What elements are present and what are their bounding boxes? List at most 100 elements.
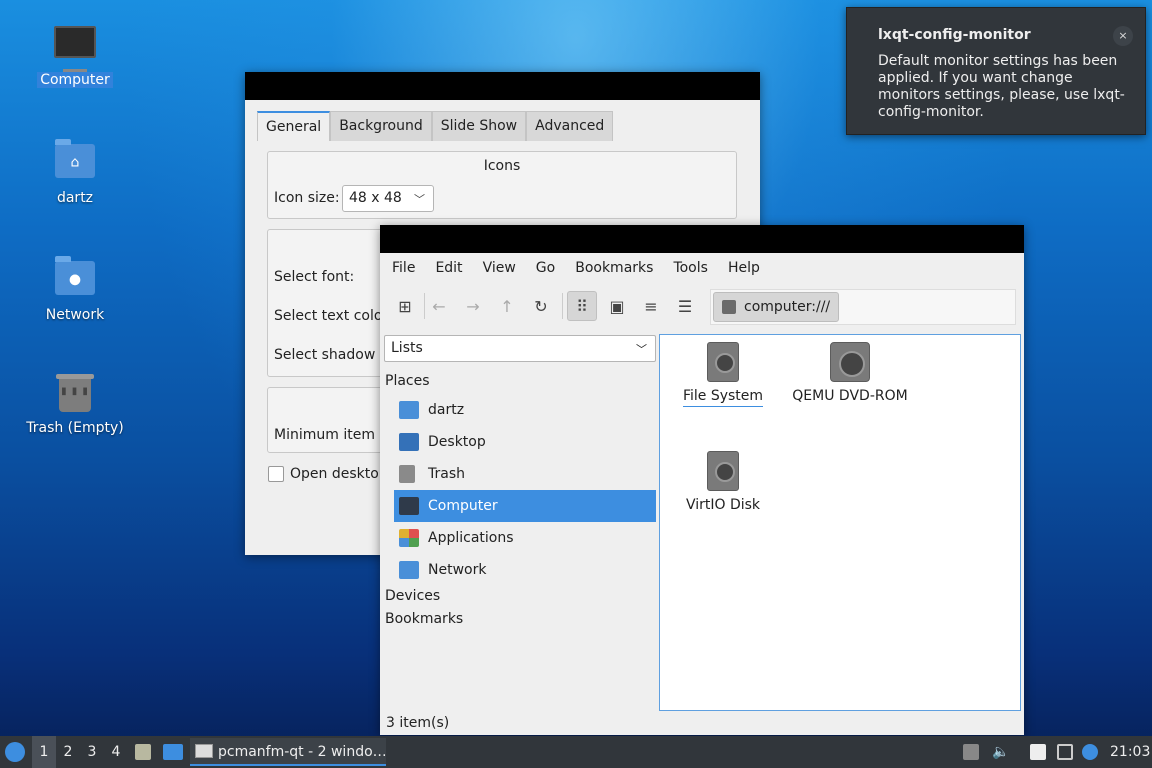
desktop-icon-computer[interactable]: Computer (20, 22, 130, 88)
file-manager-window: File Edit View Go Bookmarks Tools Help ⊞… (380, 225, 1024, 735)
tray-up-icon[interactable] (963, 744, 979, 760)
file-item-label: QEMU DVD-ROM (792, 388, 908, 404)
drive-icon (722, 300, 736, 314)
task-button-pcmanfm[interactable]: pcmanfm-qt - 2 windo… (190, 738, 386, 766)
desktop-icon-trash[interactable]: Trash (Empty) (20, 374, 130, 436)
new-tab-icon[interactable]: ⊞ (390, 291, 420, 321)
icon-size-label: Icon size: (274, 190, 340, 206)
update-notifier-icon[interactable] (1082, 744, 1098, 760)
main-menu-icon[interactable] (5, 742, 25, 762)
sidebar-item-label: Desktop (428, 434, 486, 450)
toolbar: ⊞ ← → ↑ ↻ ⠿ ▣ ≡ ☰ computer:/// (380, 285, 1024, 329)
path-bar: computer:/// (710, 289, 1016, 325)
detailed-view-icon[interactable]: ☰ (670, 291, 700, 321)
drive-icon (707, 342, 739, 382)
back-arrow-icon[interactable]: ← (424, 291, 454, 321)
computer-icon (53, 26, 97, 66)
task-button-label: pcmanfm-qt - 2 windo… (218, 744, 386, 760)
workspace-3[interactable]: 3 (80, 736, 104, 768)
menu-file[interactable]: File (384, 260, 423, 276)
open-desktop-checkbox[interactable] (268, 466, 284, 482)
compact-view-icon[interactable]: ≡ (636, 291, 666, 321)
taskbar: 1 2 3 4 pcmanfm-qt - 2 windo… 🔈 21:03 (0, 736, 1152, 768)
desktop-icon-network[interactable]: ● Network (20, 256, 130, 323)
file-item-label: VirtIO Disk (685, 497, 761, 513)
path-button-computer[interactable]: computer:/// (713, 292, 840, 322)
desktop-icon-label: Network (45, 307, 105, 323)
tab-background[interactable]: Background (330, 111, 432, 141)
menu-view[interactable]: View (475, 260, 524, 276)
toolbar-separator (562, 293, 563, 319)
network-tray-icon[interactable] (1057, 744, 1073, 760)
path-text: computer:/// (744, 299, 831, 315)
select-shadow-label: Select shadow c (274, 347, 388, 363)
file-view[interactable]: File System QEMU DVD-ROM VirtIO Disk (659, 334, 1021, 711)
close-icon[interactable]: × (1113, 26, 1133, 46)
places-header[interactable]: Places (385, 373, 430, 389)
bookmarks-header[interactable]: Bookmarks (385, 611, 463, 627)
home-folder-icon (399, 401, 419, 419)
desktop-icon-home[interactable]: ⌂ dartz (20, 139, 130, 206)
chevron-down-icon: ﹀ (636, 343, 647, 356)
show-desktop-icon[interactable] (163, 744, 183, 760)
menu-help[interactable]: Help (720, 260, 768, 276)
workspace-4[interactable]: 4 (104, 736, 128, 768)
sidebar-item-label: Computer (428, 498, 498, 514)
applications-icon (399, 529, 419, 547)
sidebar-item-label: Trash (428, 466, 465, 482)
forward-arrow-icon[interactable]: → (458, 291, 488, 321)
sidebar-item-trash[interactable]: Trash (394, 458, 656, 490)
reload-icon[interactable]: ↻ (526, 291, 556, 321)
thumbnail-view-icon[interactable]: ▣ (602, 291, 632, 321)
sidebar-item-desktop[interactable]: Desktop (394, 426, 656, 458)
desktop-icon-label: dartz (56, 190, 94, 206)
window-titlebar[interactable] (245, 72, 760, 100)
tab-advanced[interactable]: Advanced (526, 111, 614, 141)
notification-body: Default monitor settings has been applie… (878, 53, 1125, 120)
window-titlebar[interactable] (380, 225, 1024, 253)
sidebar-item-computer[interactable]: Computer (394, 490, 656, 522)
workspace-2[interactable]: 2 (56, 736, 80, 768)
menu-bookmarks[interactable]: Bookmarks (567, 260, 661, 276)
menu-tools[interactable]: Tools (665, 260, 716, 276)
sidebar-item-applications[interactable]: Applications (394, 522, 656, 554)
file-item-virtio-disk[interactable]: VirtIO Disk (653, 451, 793, 515)
notification-popup[interactable]: lxqt-config-monitor Default monitor sett… (846, 7, 1146, 135)
sidebar-item-network[interactable]: Network (394, 554, 656, 586)
icon-size-value: 48 x 48 (349, 190, 402, 206)
file-item-label: File System (682, 388, 764, 407)
optical-drive-icon (830, 342, 870, 382)
tab-slide-show[interactable]: Slide Show (431, 111, 527, 141)
sidebar-item-label: Applications (428, 530, 514, 546)
sidebar-item-home[interactable]: dartz (394, 394, 656, 426)
workspace-1[interactable]: 1 (32, 736, 56, 768)
icon-size-select[interactable]: 48 x 48 ﹀ (342, 185, 434, 212)
file-manager-launcher-icon[interactable] (135, 744, 151, 760)
clock[interactable]: 21:03 (1110, 736, 1150, 768)
icon-view-icon[interactable]: ⠿ (567, 291, 597, 321)
file-item-qemu-dvd[interactable]: QEMU DVD-ROM (780, 342, 920, 406)
prefs-tabbar: General Background Slide Show Advanced (257, 111, 614, 141)
menu-go[interactable]: Go (528, 260, 563, 276)
desktop-icon-label: Computer (37, 72, 113, 88)
min-item-margin-label: Minimum item r (274, 427, 386, 443)
sidebar-item-label: dartz (428, 402, 465, 418)
computer-icon (399, 497, 419, 515)
up-arrow-icon[interactable]: ↑ (492, 291, 522, 321)
menu-edit[interactable]: Edit (427, 260, 470, 276)
tab-general[interactable]: General (257, 111, 331, 141)
clipboard-icon[interactable] (1030, 744, 1046, 760)
side-pane-mode-select[interactable]: Lists ﹀ (384, 335, 656, 362)
desktop-icon-label: Trash (Empty) (26, 420, 124, 436)
devices-header[interactable]: Devices (385, 588, 440, 604)
home-folder-icon: ⌂ (53, 139, 97, 184)
network-icon (399, 561, 419, 579)
select-font-label: Select font: (274, 269, 355, 285)
file-item-file-system[interactable]: File System (653, 342, 793, 407)
trash-icon (399, 465, 415, 483)
volume-icon[interactable]: 🔈 (992, 744, 1009, 760)
notification-title: lxqt-config-monitor (878, 27, 1031, 43)
network-folder-icon: ● (53, 256, 97, 301)
select-text-color-label: Select text colo (274, 308, 383, 324)
trash-icon (53, 374, 97, 414)
